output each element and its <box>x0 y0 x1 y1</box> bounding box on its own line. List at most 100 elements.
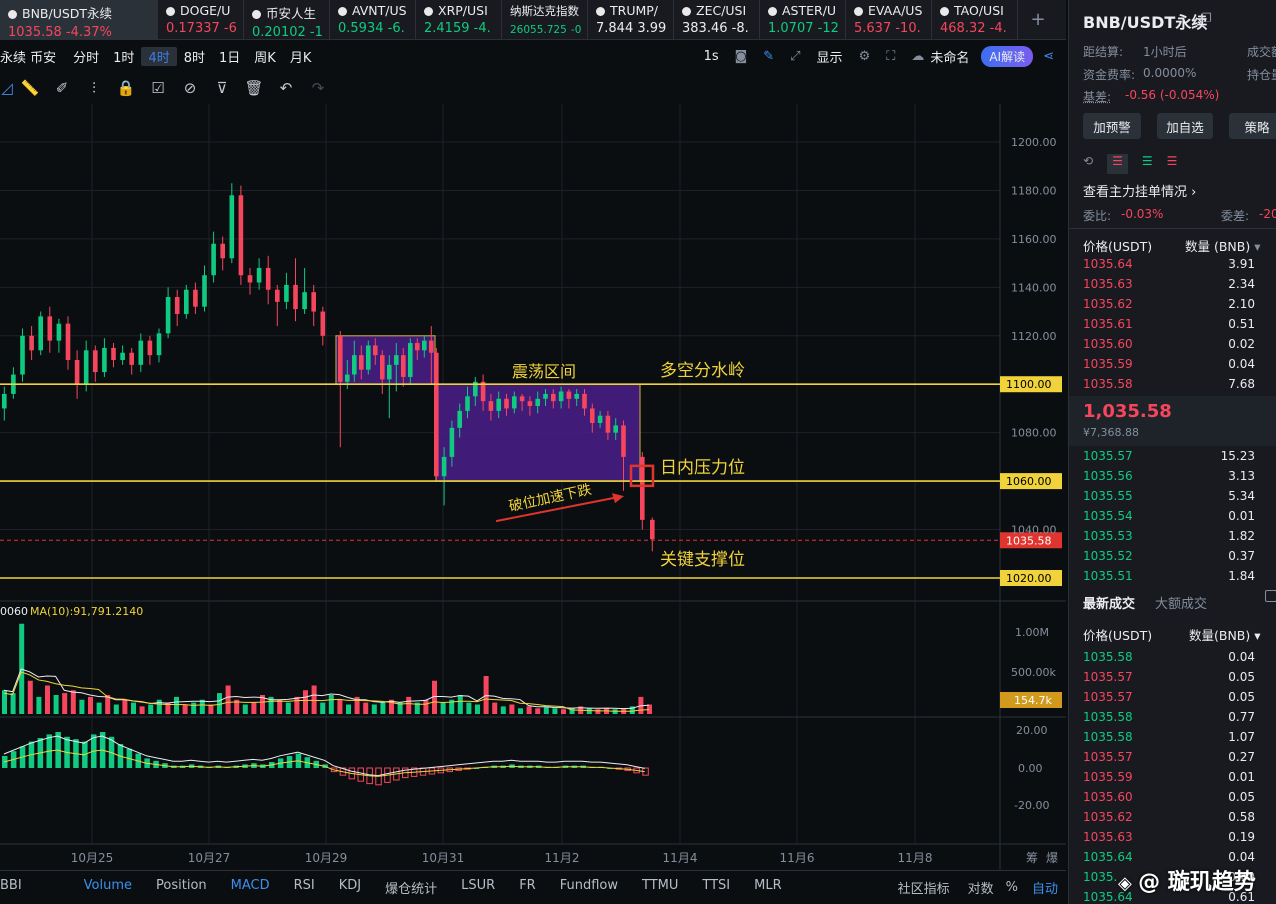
copy-icon[interactable]: ❐ <box>1201 11 1212 25</box>
orderbook-row[interactable]: 1035.51 1.84 <box>1083 566 1255 586</box>
orderbook-toggle-icon[interactable]: ⟲ <box>1083 154 1093 174</box>
camera-icon[interactable]: ◙ <box>727 49 756 64</box>
orderbook-row[interactable]: 1035.59 0.04 <box>1083 354 1255 374</box>
community-indicator-button[interactable]: 社区指标 <box>886 878 962 897</box>
orderbook-row[interactable]: 1035.63 2.34 <box>1083 274 1255 294</box>
tab-name: 币安人生 <box>266 6 317 21</box>
layout-name-dropdown[interactable]: 未命名 <box>928 47 981 66</box>
indicator-macd[interactable]: MACD <box>219 878 282 897</box>
tab-symbol[interactable]: ASTER/U 1.0707 -12 <box>760 0 846 40</box>
timeframe-1[interactable]: 1时 <box>106 47 141 66</box>
timeframe-4[interactable]: 1日 <box>212 47 247 66</box>
tab-symbol[interactable]: ZEC/USI 383.46 -8. <box>674 0 760 40</box>
indicator-fr[interactable]: FR <box>507 878 548 897</box>
tab-symbol[interactable]: 币安人生 0.20102 -1 <box>244 0 330 40</box>
lock-icon[interactable]: 🔒 <box>110 72 142 104</box>
log-scale-toggle[interactable]: 对数 <box>962 878 1000 897</box>
filter-icon[interactable]: ⊽ <box>206 72 238 104</box>
cursor-icon[interactable]: ◿ <box>0 72 14 104</box>
ob-qty-header-label: 数量 (BNB) <box>1185 239 1251 254</box>
tab-symbol[interactable]: DOGE/U 0.17337 -6 <box>158 0 244 40</box>
tab-symbol[interactable]: 纳斯达克指数 26055.725 -0 <box>502 0 588 40</box>
indicator-rsi[interactable]: RSI <box>282 878 327 897</box>
brush-icon[interactable]: ✐ <box>46 72 78 104</box>
indicator-爆仓统计[interactable]: 爆仓统计 <box>373 878 449 897</box>
cloud-icon[interactable]: ☁ <box>907 49 928 64</box>
indicator-kdj[interactable]: KDJ <box>327 878 373 897</box>
percent-scale-toggle[interactable]: % <box>1000 880 1024 895</box>
settings-icon[interactable]: ⚙ <box>851 49 879 64</box>
orderbook-row[interactable]: 1035.54 0.01 <box>1083 506 1255 526</box>
display-button[interactable]: 显示 <box>809 47 851 66</box>
tab-symbol[interactable]: BNB/USDT永续 1035.58 -4.37% <box>0 0 158 40</box>
orderbook-row[interactable]: 1035.64 3.91 <box>1083 254 1255 274</box>
checkbox-icon[interactable] <box>1265 590 1276 602</box>
volume-bar <box>45 685 50 714</box>
auto-scale-toggle[interactable]: 自动 <box>1024 878 1066 897</box>
ai-explain-button[interactable]: AI解读 <box>981 45 1034 67</box>
tab-symbol[interactable]: XRP/USI 2.4159 -4. <box>416 0 502 40</box>
timeframe-5[interactable]: 周K <box>247 47 283 66</box>
undo-icon[interactable]: ↶ <box>270 72 302 104</box>
pen-icon[interactable]: ✎ <box>755 49 782 64</box>
indicator-bbi[interactable]: BBI <box>0 878 72 897</box>
indicator-mlr[interactable]: MLR <box>742 878 794 897</box>
ob-qty-header[interactable]: 数量 (BNB) ▾ <box>1185 236 1261 255</box>
trade-qty: 0.27 <box>1228 750 1255 764</box>
orderbook-row[interactable]: 1035.57 15.23 <box>1083 446 1255 466</box>
strategy-button[interactable]: 策略 <box>1229 113 1276 139</box>
indicator-lsur[interactable]: LSUR <box>449 878 507 897</box>
add-alert-button[interactable]: 加预警 <box>1083 113 1141 139</box>
pattern-icon[interactable]: ⫶ <box>78 72 110 104</box>
candle <box>311 292 316 312</box>
timeframe-3[interactable]: 8时 <box>177 47 212 66</box>
orderbook-row[interactable]: 1035.52 0.37 <box>1083 546 1255 566</box>
orderbook-row[interactable]: 1035.60 0.02 <box>1083 334 1255 354</box>
trash-icon[interactable]: 🗑 <box>238 72 270 104</box>
indicator-ttmu[interactable]: TTMU <box>630 878 690 897</box>
add-watchlist-button[interactable]: 加自选 <box>1157 113 1213 139</box>
orderbook-row[interactable]: 1035.62 2.10 <box>1083 294 1255 314</box>
indicator-position[interactable]: Position <box>144 878 219 897</box>
timeframe-6[interactable]: 月K <box>283 47 319 66</box>
orderbook-row[interactable]: 1035.61 0.51 <box>1083 314 1255 334</box>
magnet-icon[interactable]: ⊘ <box>174 72 206 104</box>
ruler-icon[interactable]: 📏 <box>14 72 46 104</box>
expand-icon[interactable]: ⤢ <box>782 49 808 64</box>
depth-link[interactable]: 查看主力挂单情况 › <box>1083 181 1196 200</box>
fullscreen-icon[interactable]: ⛶ <box>878 49 907 64</box>
volume-bar <box>96 702 102 714</box>
indicator-fundflow[interactable]: Fundflow <box>548 878 630 897</box>
level-price-text: 1020.00 <box>1006 572 1052 585</box>
edit-list-icon[interactable]: ☑ <box>142 72 174 104</box>
orderbook-bids-icon[interactable]: ☰ <box>1142 154 1153 174</box>
tab-symbol[interactable]: EVAA/US 5.637 -10. <box>846 0 932 40</box>
tab-symbol[interactable]: TRUMP/7.844 3.99 <box>588 0 674 40</box>
tab-symbol[interactable]: TAO/USI 468.32 -4. <box>932 0 1018 40</box>
tab-symbol[interactable]: AVNT/US 0.5934 -6. <box>330 0 416 40</box>
trade-qty: 0.58 <box>1228 810 1255 824</box>
orderbook-row[interactable]: 1035.56 3.13 <box>1083 466 1255 486</box>
share-icon[interactable]: ⋖ <box>1039 49 1066 64</box>
orderbook-row[interactable]: 1035.58 7.68 <box>1083 374 1255 394</box>
orderbook-asks-icon[interactable]: ☰ <box>1167 154 1178 174</box>
volume-value-text: 154.7k <box>1014 694 1052 707</box>
indicator-ttsi[interactable]: TTSI <box>690 878 742 897</box>
orderbook-row[interactable]: 1035.55 5.34 <box>1083 486 1255 506</box>
indicator-volume[interactable]: Volume <box>72 878 144 897</box>
candlestick-chart[interactable]: 1100.00 1060.00 1020.00 多空分水岭日内压力位关键支撑位 震荡区间… <box>0 104 1066 870</box>
timeframe-2[interactable]: 4时 <box>141 46 177 66</box>
redo-icon[interactable]: ↷ <box>302 72 334 104</box>
trades-qty-header[interactable]: 数量(BNB) ▾ <box>1189 625 1261 644</box>
tab-latest-trades[interactable]: 最新成交 <box>1083 593 1135 612</box>
add-tab-button[interactable]: + <box>1018 0 1058 39</box>
tab-big-trades[interactable]: 大额成交 <box>1155 593 1207 612</box>
orderbook-row[interactable]: 1035.53 1.82 <box>1083 526 1255 546</box>
volume-bar <box>500 706 506 714</box>
interval-1s[interactable]: 1s <box>696 49 727 64</box>
orderbook-both-icon[interactable]: ☰ <box>1107 154 1128 174</box>
tab-name: XRP/USI <box>438 3 488 18</box>
timeframe-0[interactable]: 分时 <box>66 47 106 66</box>
orderbook-price: 1035.54 <box>1083 509 1133 523</box>
candle <box>429 340 434 353</box>
